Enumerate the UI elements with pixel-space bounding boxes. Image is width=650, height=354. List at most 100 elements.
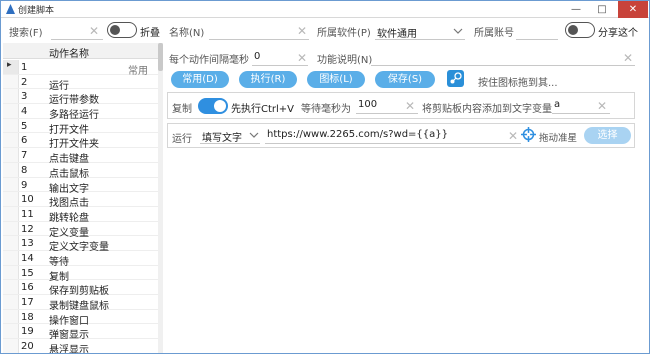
row-indicator bbox=[3, 206, 19, 221]
software-select[interactable]: 软件通用 bbox=[375, 22, 465, 40]
row-indicator bbox=[3, 324, 19, 339]
chevron-down-icon bbox=[249, 132, 259, 138]
copy-step-label: 复制 bbox=[172, 104, 192, 115]
row-indicator bbox=[3, 60, 19, 74]
search-label: 搜索(F) bbox=[9, 28, 43, 39]
row-number: 8 bbox=[21, 164, 28, 176]
list-item[interactable]: 14 等待 bbox=[3, 250, 158, 268]
share-toggle[interactable] bbox=[565, 22, 595, 38]
interval-clear-icon[interactable]: ✕ bbox=[297, 52, 307, 64]
list-item[interactable]: 15 复制 bbox=[3, 265, 158, 283]
software-label: 所属软件(P) bbox=[317, 28, 371, 39]
row-indicator bbox=[3, 280, 19, 294]
description-clear-icon[interactable]: ✕ bbox=[623, 52, 633, 64]
name-input[interactable] bbox=[209, 22, 309, 40]
fold-label: 折叠 bbox=[140, 28, 160, 39]
description-input[interactable] bbox=[371, 48, 635, 66]
description-label: 功能说明(N) bbox=[317, 55, 373, 66]
common-button[interactable]: 常用(D) bbox=[171, 71, 229, 88]
row-indicator bbox=[3, 309, 19, 324]
list-item[interactable]: 16 保存到剪贴板 bbox=[3, 280, 158, 297]
ctrl-v-toggle[interactable] bbox=[198, 98, 228, 114]
wait-clear-icon[interactable]: ✕ bbox=[405, 100, 415, 112]
interval-value: 0 bbox=[254, 51, 261, 62]
save-button[interactable]: 保存(S) bbox=[375, 71, 435, 88]
action-list-rows: 1常用2运行3运行带参数4多路径运行5打开文件6打开文件夹7点击键盘8点击鼠标9… bbox=[3, 60, 158, 353]
search-clear-icon[interactable]: ✕ bbox=[89, 25, 99, 37]
row-number: 12 bbox=[21, 223, 34, 235]
row-indicator bbox=[3, 133, 19, 148]
url-clear-icon[interactable]: ✕ bbox=[508, 130, 518, 142]
steam-icon[interactable] bbox=[447, 70, 464, 87]
software-value: 软件通用 bbox=[377, 29, 417, 40]
row-number: 20 bbox=[21, 341, 34, 353]
close-button[interactable]: ✕ bbox=[618, 1, 648, 18]
fold-toggle[interactable] bbox=[107, 22, 137, 38]
row-indicator bbox=[3, 221, 19, 236]
list-item[interactable]: 20 悬浮显示 bbox=[3, 339, 158, 353]
ctrl-v-label: 先执行Ctrl+V bbox=[231, 104, 295, 115]
account-input[interactable] bbox=[516, 22, 558, 40]
row-indicator bbox=[3, 236, 19, 250]
row-indicator bbox=[3, 89, 19, 104]
row-number: 15 bbox=[21, 267, 34, 279]
list-item[interactable]: 12 定义变量 bbox=[3, 221, 158, 239]
row-number: 5 bbox=[21, 120, 28, 132]
row-number: 17 bbox=[21, 297, 34, 308]
wait-label: 等待毫秒为 bbox=[301, 104, 351, 115]
app-logo-icon bbox=[6, 4, 15, 14]
url-input[interactable]: https://www.2265.com/s?wd={{a}} bbox=[265, 126, 521, 144]
list-item[interactable]: 8 点击鼠标 bbox=[3, 162, 158, 180]
wait-value: 100 bbox=[358, 99, 378, 110]
run-step-label: 运行 bbox=[172, 134, 192, 145]
list-item[interactable]: 6 打开文件夹 bbox=[3, 133, 158, 150]
title-bar: 创建脚本 — □ ✕ bbox=[1, 1, 649, 18]
row-number: 4 bbox=[21, 106, 28, 118]
list-item[interactable]: 1常用 bbox=[3, 60, 158, 77]
list-item[interactable]: 5 打开文件 bbox=[3, 118, 158, 136]
list-item[interactable]: 9 输出文字 bbox=[3, 177, 158, 195]
list-item[interactable]: 11 跳转轮盘 bbox=[3, 206, 158, 224]
row-number: 7 bbox=[21, 150, 28, 162]
list-item[interactable]: 3 运行带参数 bbox=[3, 89, 158, 106]
list-item[interactable]: 2 运行 bbox=[3, 74, 158, 92]
list-item[interactable]: 10 找图点击 bbox=[3, 192, 158, 209]
drag-crosshair-label: 拖动准星 bbox=[539, 133, 578, 144]
maximize-button[interactable]: □ bbox=[589, 1, 615, 18]
list-item[interactable]: 7 点击键盘 bbox=[3, 148, 158, 165]
window-title: 创建脚本 bbox=[18, 6, 55, 16]
row-indicator bbox=[3, 177, 19, 192]
row-indicator bbox=[3, 339, 19, 353]
row-number: 6 bbox=[21, 135, 28, 147]
list-item[interactable]: 18 操作窗口 bbox=[3, 309, 158, 327]
row-number: 19 bbox=[21, 326, 34, 338]
row-number: 13 bbox=[21, 238, 34, 250]
icon-button[interactable]: 图标(L) bbox=[307, 71, 365, 88]
row-indicator bbox=[3, 295, 19, 309]
interval-label: 每个动作间隔毫秒 bbox=[169, 55, 249, 66]
run-mode-select[interactable]: 填写文字 bbox=[200, 126, 260, 144]
action-list-scrollbar[interactable] bbox=[158, 43, 163, 353]
crosshair-icon[interactable] bbox=[521, 127, 536, 142]
row-indicator bbox=[3, 74, 19, 89]
row-indicator bbox=[3, 265, 19, 280]
name-clear-icon[interactable]: ✕ bbox=[297, 25, 307, 37]
row-number: 10 bbox=[21, 194, 34, 206]
run-mode-value: 填写文字 bbox=[202, 133, 242, 144]
row-number: 1 bbox=[21, 62, 28, 73]
row-number: 14 bbox=[21, 252, 34, 264]
list-item[interactable]: 4 多路径运行 bbox=[3, 104, 158, 121]
list-item[interactable]: 17 录制键盘鼠标 bbox=[3, 295, 158, 312]
execute-button[interactable]: 执行(R) bbox=[239, 71, 297, 88]
row-action-name: 悬浮显示 bbox=[49, 345, 89, 353]
row-indicator bbox=[3, 104, 19, 118]
account-label: 所属账号 bbox=[474, 28, 514, 39]
minimize-button[interactable]: — bbox=[563, 1, 589, 18]
chevron-down-icon bbox=[453, 28, 463, 34]
list-item[interactable]: 13 定义文字变量 bbox=[3, 236, 158, 253]
text-var-clear-icon[interactable]: ✕ bbox=[597, 100, 607, 112]
row-number: 18 bbox=[21, 311, 34, 323]
select-button[interactable]: 选择 bbox=[584, 127, 631, 144]
row-indicator bbox=[3, 250, 19, 265]
list-item[interactable]: 19 弹窗显示 bbox=[3, 324, 158, 341]
